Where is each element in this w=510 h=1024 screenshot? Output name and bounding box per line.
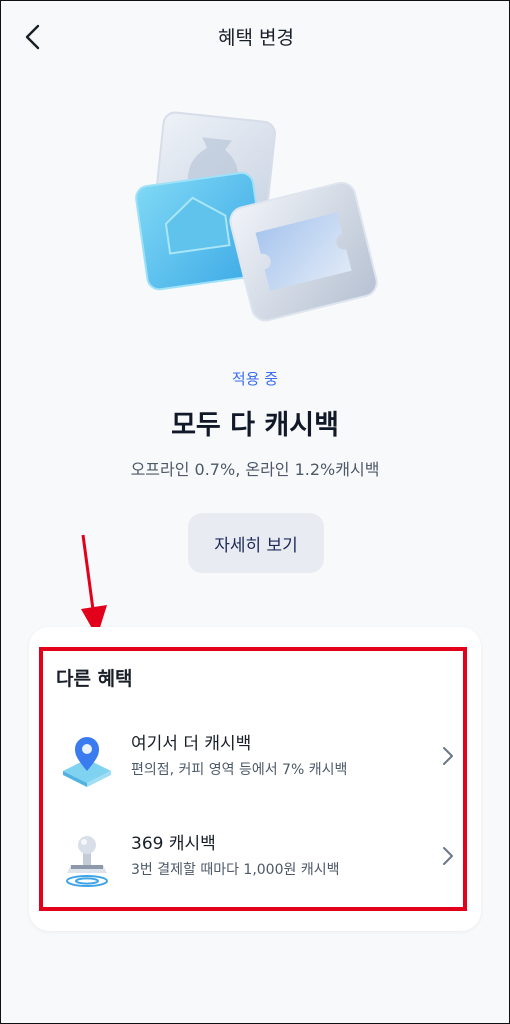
- benefit-cards-illustration: [135, 111, 378, 322]
- view-details-button[interactable]: 자세히 보기: [188, 513, 324, 573]
- chevron-right-icon: [443, 847, 453, 865]
- page-title: 혜택 변경: [218, 27, 294, 49]
- current-plan-description: 오프라인 0.7%, 온라인 1.2%캐시백: [130, 460, 380, 479]
- chevron-right-icon: [443, 747, 453, 765]
- benefit-name: 369 캐시백: [131, 834, 216, 854]
- benefit-item-369-cashback[interactable]: 369 캐시백 3번 결제할 때마다 1,000원 캐시백: [45, 819, 465, 905]
- benefit-item-more-cashback[interactable]: 여기서 더 캐시백 편의점, 커피 영역 등에서 7% 캐시백: [45, 719, 465, 805]
- benefit-description: 3번 결제할 때마다 1,000원 캐시백: [131, 862, 340, 878]
- current-plan-name: 모두 다 캐시백: [171, 410, 339, 441]
- benefit-name: 여기서 더 캐시백: [131, 734, 252, 754]
- header: 혜택 변경: [1, 1, 509, 71]
- benefit-description: 편의점, 커피 영역 등에서 7% 캐시백: [131, 762, 348, 778]
- stamp-icon: [66, 836, 108, 887]
- location-pin-icon: [63, 737, 111, 787]
- status-badge: 적용 중: [231, 370, 279, 388]
- screen: 혜택 변경 적용 중 모두 다 캐시백 오프라인 0.7%, 온라인 1.2%캐…: [0, 0, 510, 1024]
- annotation-arrow-icon: [81, 534, 107, 637]
- section-title: 다른 혜택: [56, 668, 133, 690]
